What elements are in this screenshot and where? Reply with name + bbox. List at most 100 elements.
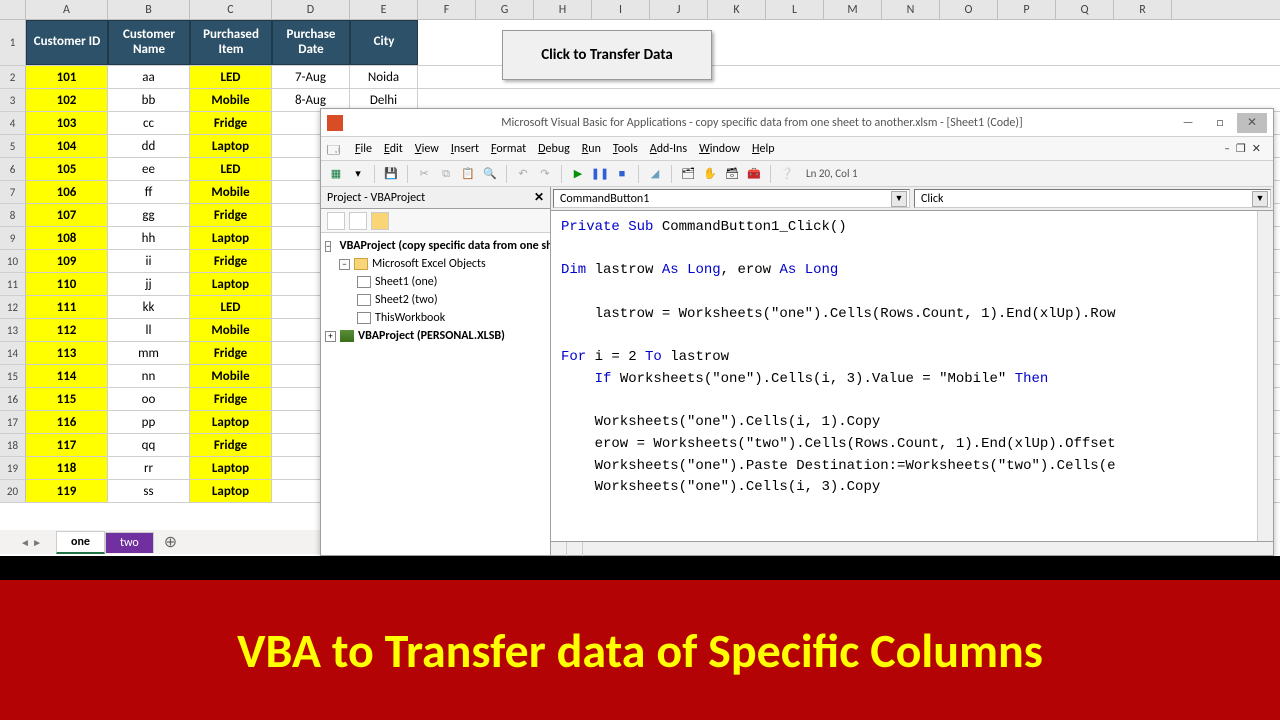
col-header-I[interactable]: I — [592, 0, 650, 19]
view-code-icon[interactable] — [327, 212, 345, 230]
cell-customer-name[interactable]: mm — [108, 342, 190, 364]
header-purchase-date[interactable]: Purchase Date — [272, 20, 350, 65]
project-explorer-close-icon[interactable]: ✕ — [534, 190, 544, 205]
row-number[interactable]: 6 — [0, 158, 26, 180]
cell-customer-name[interactable]: bb — [108, 89, 190, 111]
cell-purchased-item[interactable]: Mobile — [190, 365, 272, 387]
row-number[interactable]: 17 — [0, 411, 26, 433]
col-header-G[interactable]: G — [476, 0, 534, 19]
menu-debug[interactable]: Debug — [532, 140, 576, 158]
cell-customer-name[interactable]: ff — [108, 181, 190, 203]
col-header-K[interactable]: K — [708, 0, 766, 19]
transfer-data-button[interactable]: Click to Transfer Data — [502, 30, 712, 80]
col-header-Q[interactable]: Q — [1056, 0, 1114, 19]
cell-purchased-item[interactable]: Laptop — [190, 480, 272, 502]
view-object-icon[interactable] — [349, 212, 367, 230]
tree-project-personal[interactable]: +VBAProject (PERSONAL.XLSB) — [325, 327, 546, 345]
cell-customer-name[interactable]: nn — [108, 365, 190, 387]
cell-customer-id[interactable]: 113 — [26, 342, 108, 364]
sheet-tab-two[interactable]: two — [105, 532, 154, 553]
col-header-F[interactable]: F — [418, 0, 476, 19]
tree-sheet2[interactable]: Sheet2 (two) — [325, 291, 546, 309]
cell-customer-name[interactable]: hh — [108, 227, 190, 249]
vbe-system-icon[interactable]: 🗔 — [327, 141, 343, 157]
cell-customer-name[interactable]: cc — [108, 112, 190, 134]
object-dropdown[interactable]: CommandButton1▼ — [553, 189, 910, 208]
row-number[interactable]: 3 — [0, 89, 26, 111]
procedure-dropdown[interactable]: Click▼ — [914, 189, 1271, 208]
cell-purchased-item[interactable]: LED — [190, 66, 272, 88]
sheet-tab-one[interactable]: one — [56, 531, 105, 554]
tree-thisworkbook[interactable]: ThisWorkbook — [325, 309, 546, 327]
row-number[interactable]: 10 — [0, 250, 26, 272]
menu-format[interactable]: Format — [485, 140, 532, 158]
col-header-E[interactable]: E — [350, 0, 418, 19]
vertical-scrollbar[interactable] — [1257, 211, 1273, 541]
row-number[interactable]: 15 — [0, 365, 26, 387]
menu-run[interactable]: Run — [576, 140, 607, 158]
add-sheet-button[interactable]: ⊕ — [154, 532, 187, 552]
col-header-M[interactable]: M — [824, 0, 882, 19]
cell-purchased-item[interactable]: Laptop — [190, 135, 272, 157]
header-city[interactable]: City — [350, 20, 418, 65]
procedure-view-icon[interactable] — [551, 542, 567, 556]
cut-icon[interactable]: ✂ — [415, 165, 433, 183]
properties-icon[interactable]: ✋ — [701, 165, 719, 183]
cell-purchased-item[interactable]: Mobile — [190, 89, 272, 111]
row-number[interactable]: 14 — [0, 342, 26, 364]
cell-customer-id[interactable]: 106 — [26, 181, 108, 203]
row-number[interactable]: 9 — [0, 227, 26, 249]
cell-customer-id[interactable]: 118 — [26, 457, 108, 479]
cell-customer-name[interactable]: gg — [108, 204, 190, 226]
sheet-nav-arrows[interactable]: ◄ ► — [20, 536, 56, 549]
row-number[interactable]: 7 — [0, 181, 26, 203]
insert-module-icon[interactable]: ▾ — [349, 165, 367, 183]
cell-purchased-item[interactable]: Laptop — [190, 227, 272, 249]
col-header-A[interactable]: A — [26, 0, 108, 19]
cell-purchased-item[interactable]: Fridge — [190, 434, 272, 456]
col-header-H[interactable]: H — [534, 0, 592, 19]
cell-purchased-item[interactable]: Mobile — [190, 319, 272, 341]
cell-customer-name[interactable]: pp — [108, 411, 190, 433]
cell-customer-name[interactable]: ii — [108, 250, 190, 272]
cell-customer-name[interactable]: ll — [108, 319, 190, 341]
minimize-button[interactable]: — — [1173, 113, 1203, 133]
full-module-view-icon[interactable] — [567, 542, 583, 556]
reset-icon[interactable]: ■ — [613, 165, 631, 183]
undo-icon[interactable]: ↶ — [514, 165, 532, 183]
save-icon[interactable]: 💾 — [382, 165, 400, 183]
toolbox-icon[interactable]: 🧰 — [745, 165, 763, 183]
menu-help[interactable]: Help — [746, 140, 781, 158]
menu-tools[interactable]: Tools — [607, 140, 644, 158]
cell-customer-id[interactable]: 107 — [26, 204, 108, 226]
row-number[interactable]: 11 — [0, 273, 26, 295]
row-number[interactable]: 8 — [0, 204, 26, 226]
cell-customer-name[interactable]: ss — [108, 480, 190, 502]
menu-file[interactable]: File — [349, 140, 378, 158]
project-explorer-icon[interactable]: 🗂 — [679, 165, 697, 183]
header-purchased-item[interactable]: Purchased Item — [190, 20, 272, 65]
cell-customer-id[interactable]: 105 — [26, 158, 108, 180]
cell-purchased-item[interactable]: Laptop — [190, 273, 272, 295]
cell-purchased-item[interactable]: Fridge — [190, 250, 272, 272]
header-customer-id[interactable]: Customer ID — [26, 20, 108, 65]
row-number[interactable]: 19 — [0, 457, 26, 479]
cell-purchased-item[interactable]: Mobile — [190, 181, 272, 203]
header-customer-name[interactable]: Customer Name — [108, 20, 190, 65]
tree-sheet1[interactable]: Sheet1 (one) — [325, 273, 546, 291]
cell-customer-id[interactable]: 114 — [26, 365, 108, 387]
col-header-D[interactable]: D — [272, 0, 350, 19]
menu-edit[interactable]: Edit — [378, 140, 409, 158]
col-header-N[interactable]: N — [882, 0, 940, 19]
cell-purchased-item[interactable]: Laptop — [190, 411, 272, 433]
cell-purchased-item[interactable]: Fridge — [190, 342, 272, 364]
cell-customer-id[interactable]: 119 — [26, 480, 108, 502]
cell-customer-name[interactable]: aa — [108, 66, 190, 88]
tree-folder-excel-objects[interactable]: −Microsoft Excel Objects — [325, 255, 546, 273]
vbe-titlebar[interactable]: Microsoft Visual Basic for Applications … — [321, 109, 1273, 137]
menu-add-ins[interactable]: Add-Ins — [644, 140, 693, 158]
copy-icon[interactable]: ⧉ — [437, 165, 455, 183]
cell-customer-id[interactable]: 112 — [26, 319, 108, 341]
col-header-P[interactable]: P — [998, 0, 1056, 19]
redo-icon[interactable]: ↷ — [536, 165, 554, 183]
